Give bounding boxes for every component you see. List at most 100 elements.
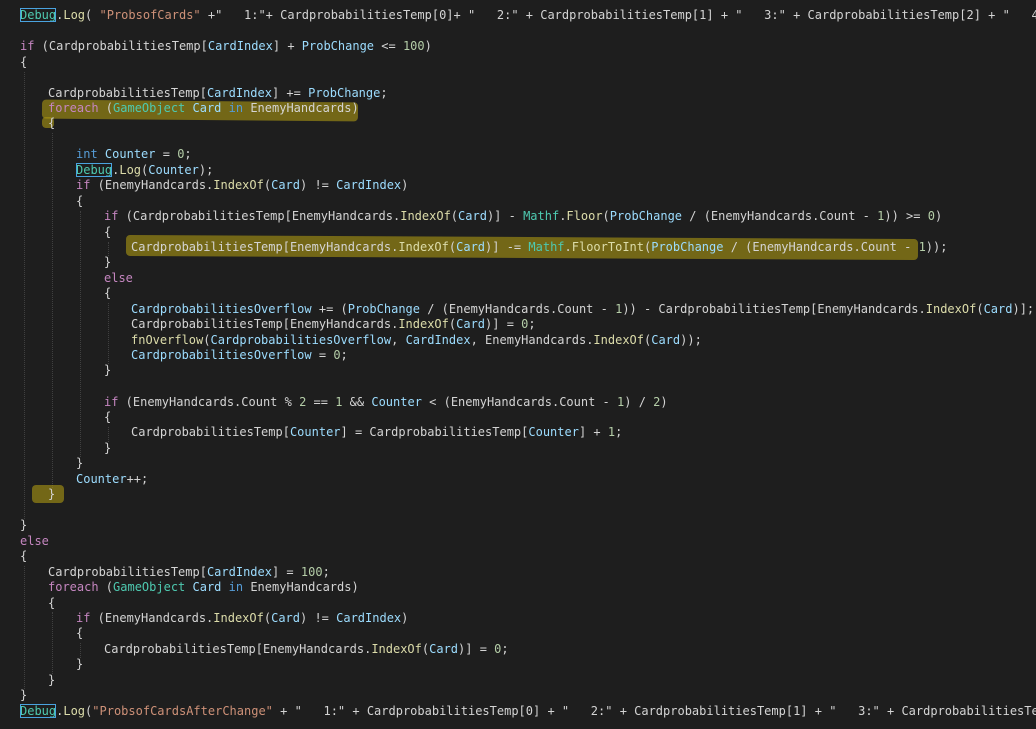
code-line[interactable]: int Counter = 0; [0,146,1036,162]
code-token: ) / [624,395,654,409]
code-token: (EnemyHandcards.Count % [118,395,300,409]
code-token: Card [271,178,300,192]
code-token: int [76,147,98,161]
code-line[interactable]: fnOverflow(CardprobabilitiesOverflow, Ca… [0,332,1036,348]
code-line[interactable]: CardprobabilitiesOverflow += (ProbChange… [0,301,1036,317]
code-token: 100 [300,565,323,579]
code-line[interactable]: } [0,517,1036,533]
code-token: ) [934,209,943,223]
code-token: GameObject [113,580,186,594]
code-token: Card [271,611,300,625]
code-token: Mathf [523,209,560,223]
code-line[interactable]: } [0,687,1036,703]
code-token: "ProbsofCards" [99,8,201,22]
code-token: Mathf [528,240,565,254]
code-token: )] - [486,209,524,223]
code-line[interactable]: CardprobabilitiesTemp[EnemyHandcards.Ind… [0,239,1036,255]
code-token: ; [340,348,348,362]
code-line[interactable]: Debug.Log( "ProbsofCards" +" 1:"+ Cardpr… [0,7,1036,23]
code-token: } [20,518,28,532]
code-line[interactable]: { [0,193,1036,209]
code-token: { [48,596,56,610]
code-line[interactable]: } [0,656,1036,672]
code-token: CardIndex [336,178,402,192]
code-token: } [20,688,28,702]
code-line[interactable]: { [0,595,1036,611]
code-line[interactable]: CardprobabilitiesTemp[CardIndex] = 100; [0,564,1036,580]
code-token: Log [119,163,142,177]
code-token: CardprobabilitiesOverflow [131,302,312,316]
code-token: )) >= [884,209,928,223]
code-line[interactable]: } [0,362,1036,378]
code-line[interactable]: if (CardprobabilitiesTemp[CardIndex] + P… [0,38,1036,54]
code-line[interactable]: if (CardprobabilitiesTemp[EnemyHandcards… [0,208,1036,224]
code-line[interactable]: else [0,270,1036,286]
code-line[interactable]: CardprobabilitiesTemp[EnemyHandcards.Ind… [0,316,1036,332]
code-token: ( [85,8,100,22]
code-line[interactable]: Debug.Log("ProbsofCardsAfterChange" + " … [0,703,1036,719]
code-token: Floor [566,209,603,223]
code-token: +" 1:"+ CardprobabilitiesTemp[0]+ " 2:" … [200,8,1036,22]
code-line[interactable]: { [0,54,1036,70]
code-token: 100 [402,39,425,53]
code-line[interactable]: { [0,409,1036,425]
code-token: += ( [311,302,348,316]
code-line[interactable]: { [0,285,1036,301]
code-token: IndexOf [213,178,264,192]
code-token: ProbChange [301,39,375,53]
code-token: Counter [76,472,127,486]
code-token: CardprobabilitiesTemp[EnemyHandcards. [131,317,399,331]
code-token: ProbChange [651,240,724,254]
code-line[interactable]: CardprobabilitiesOverflow = 0; [0,347,1036,363]
code-token: } [48,487,56,501]
code-token: , [391,333,406,347]
code-line[interactable]: if (EnemyHandcards.IndexOf(Card) != Card… [0,610,1036,626]
code-line[interactable]: { [0,115,1036,131]
code-line[interactable]: foreach (GameObject Card in EnemyHandcar… [0,579,1036,595]
code-line[interactable]: { [0,224,1036,240]
code-line[interactable]: Counter++; [0,471,1036,487]
code-token: CardprobabilitiesOverflow [210,333,392,347]
code-token: ( [263,611,272,625]
code-token: (CardprobabilitiesTemp[ [34,39,208,53]
code-token: ) [660,395,668,409]
code-token: Card [185,580,229,594]
code-token: CardIndex [206,565,272,579]
code-token: = [155,147,178,161]
code-token: ( [98,101,114,115]
code-line[interactable]: { [0,548,1036,564]
code-token: ) != [300,611,337,625]
code-line[interactable]: } [0,254,1036,270]
code-line[interactable]: if (EnemyHandcards.IndexOf(Card) != Card… [0,177,1036,193]
code-token: } [104,441,112,455]
code-token: else [104,271,133,285]
code-token: )]; [1012,302,1035,316]
code-line[interactable]: else [0,533,1036,549]
code-line[interactable]: } [0,455,1036,471]
code-line[interactable]: } [0,672,1036,688]
code-token: ) [401,178,409,192]
code-line[interactable]: Debug.Log(Counter); [0,162,1036,178]
code-line[interactable]: CardprobabilitiesTemp[Counter] = Cardpro… [0,424,1036,440]
code-line[interactable]: foreach (GameObject Card in EnemyHandcar… [0,100,1036,116]
code-token: fnOverflow [131,333,204,347]
code-token: IndexOf [925,302,977,316]
code-line[interactable]: if (EnemyHandcards.Count % 2 == 1 && Cou… [0,394,1036,410]
code-token: CardIndex [405,333,471,347]
code-token: if [104,395,119,409]
code-line[interactable]: CardprobabilitiesTemp[CardIndex] += Prob… [0,85,1036,101]
code-token: Card [456,317,486,331]
code-token: in [228,580,244,594]
code-token: = [311,348,334,362]
code-line[interactable]: } [0,486,1036,502]
code-token: ; [322,565,330,579]
code-line[interactable]: { [0,625,1036,641]
code-line[interactable]: CardprobabilitiesTemp[EnemyHandcards.Ind… [0,641,1036,657]
code-line[interactable]: } [0,440,1036,456]
code-token: 0 [927,209,935,223]
code-token: foreach [48,101,99,115]
code-editor[interactable]: Debug.Log( "ProbsofCards" +" 1:"+ Cardpr… [0,0,1036,729]
code-token: if [20,39,35,53]
code-token: FloorToInt [571,240,644,254]
code-token: } [48,673,56,687]
